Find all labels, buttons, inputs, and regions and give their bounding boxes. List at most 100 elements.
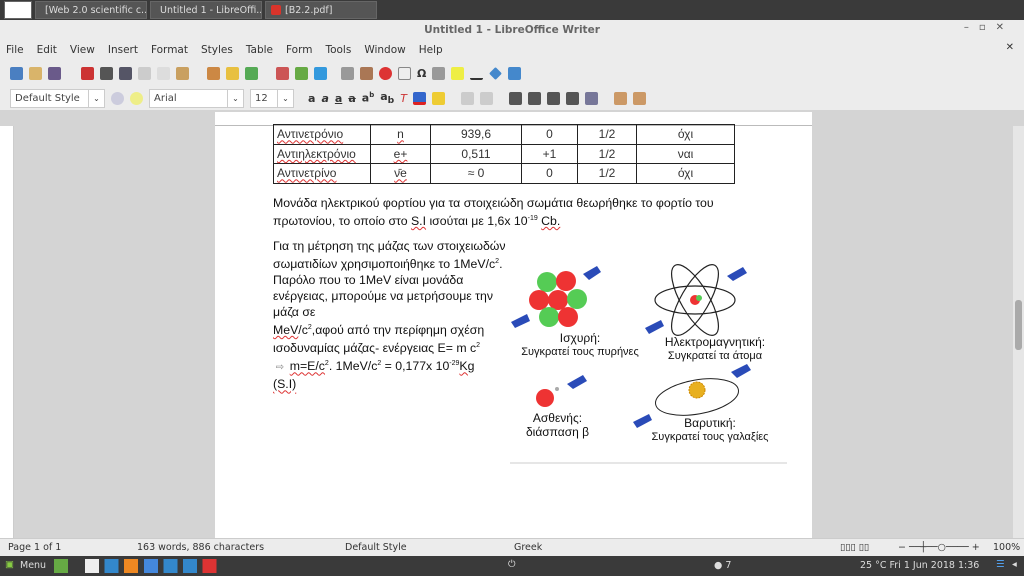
language[interactable]: Greek [514,542,542,553]
window-controls[interactable]: –▫✕ [964,22,1014,33]
underline-icon[interactable]: a [335,92,342,105]
window-tab-writer[interactable]: Untitled 1 - LibreOffi... [150,1,262,19]
window-tab-browser[interactable]: [Web 2.0 scientific c... [35,1,147,19]
superscript-icon[interactable]: ab [362,91,374,105]
table-cell[interactable]: Αντιηλεκτρόνιο [273,143,371,164]
insert-image-icon[interactable] [360,66,373,80]
print-icon[interactable] [100,66,113,80]
line-icon[interactable] [470,66,484,80]
show-desktop-icon[interactable] [54,559,68,573]
keyboard-layout-icon[interactable]: ☰ [996,559,1005,570]
insert-chart-icon[interactable] [379,66,392,80]
clock[interactable]: 25 °C Fri 1 Jun 2018 1:36 [860,560,979,571]
vertical-ruler[interactable] [0,126,14,538]
menu-window[interactable]: Window [364,44,405,56]
menu-icon[interactable]: ▣ [5,559,14,570]
chevron-down-icon[interactable]: ⌄ [88,89,104,107]
hyperlink-icon[interactable] [432,66,446,80]
menu-help[interactable]: Help [419,44,443,56]
new-style-icon[interactable] [130,91,143,105]
export-pdf-icon[interactable] [81,66,94,80]
volume-icon[interactable]: ◂ [1012,559,1017,570]
table-cell[interactable]: όχι [636,124,735,145]
find-replace-icon[interactable] [276,66,289,80]
insert-table-icon[interactable] [341,66,354,80]
menu-view[interactable]: View [70,44,95,56]
table-cell[interactable]: 1/2 [577,163,637,184]
font-color-icon[interactable] [412,91,426,105]
close-document-icon[interactable]: ✕ [1006,42,1014,53]
bullets-icon[interactable] [460,91,474,105]
shapes-icon[interactable] [489,66,503,80]
new-document-icon[interactable] [10,66,23,80]
menu-file[interactable]: File [6,44,24,56]
table-cell[interactable]: Αντινετρίνο [273,163,371,184]
draw-functions-icon[interactable] [508,66,522,80]
scrollbar-thumb[interactable] [1015,300,1022,350]
paragraph-mass-unit[interactable]: Για τη μέτρηση της μάζας των στοιχειωδών… [273,238,513,392]
line-spacing-icon[interactable] [584,91,598,105]
spelling-icon[interactable] [295,66,308,80]
menu-format[interactable]: Format [151,44,188,56]
font-size-select[interactable]: 12 ⌄ [250,88,294,108]
comment-icon[interactable] [451,66,465,80]
page-style[interactable]: Default Style [345,542,407,553]
paragraph-charge-unit[interactable]: Μονάδα ηλεκτρικού φορτίου για τα στοιχει… [273,195,753,229]
highlight-icon[interactable] [431,91,445,105]
zoom-slider[interactable]: − ──┼──○──── + [898,542,980,553]
menu-table[interactable]: Table [246,44,273,56]
paste-icon[interactable] [176,66,189,80]
chevron-down-icon[interactable]: ⌄ [277,89,293,107]
table-cell[interactable]: n [370,124,431,145]
chevron-down-icon[interactable]: ⌄ [227,89,243,107]
special-character-icon[interactable]: Ω [417,67,426,80]
save-icon[interactable] [48,66,61,80]
align-left-icon[interactable] [508,91,522,105]
word-count[interactable]: 163 words, 886 characters [137,542,264,553]
table-cell[interactable]: Αντινετρόνιο [273,124,371,145]
menu-insert[interactable]: Insert [108,44,138,56]
table-cell[interactable]: 1/2 [577,124,637,145]
numbering-icon[interactable] [479,91,493,105]
font-name-select[interactable]: Arial ⌄ [149,88,244,108]
menu-form[interactable]: Form [286,44,312,56]
start-menu-button[interactable]: Menu [20,560,46,571]
redo-icon[interactable] [245,66,258,80]
view-layout-icon[interactable]: ▯▯▯ ▯▯ [840,542,869,553]
undo-icon[interactable] [226,66,239,80]
paragraph-style-select[interactable]: Default Style ⌄ [10,88,105,108]
insert-textbox-icon[interactable] [398,66,411,80]
italic-icon[interactable]: a [321,92,328,105]
table-cell[interactable]: 1/2 [577,143,637,164]
strikethrough-icon[interactable]: a [348,92,355,105]
page-count[interactable]: Page 1 of 1 [8,542,61,553]
table-cell[interactable]: 939,6 [430,124,522,145]
bold-icon[interactable]: a [308,92,315,105]
subscript-icon[interactable]: ab [380,90,394,106]
workspace-button[interactable] [4,1,32,19]
tray-update-icon[interactable]: ● 7 [714,560,731,571]
launcher-icons[interactable] [85,559,225,573]
table-cell[interactable]: +1 [521,143,578,164]
table-cell[interactable]: 0 [521,163,578,184]
align-right-icon[interactable] [546,91,560,105]
table-cell[interactable]: ν̄e [370,163,431,184]
table-cell[interactable]: 0,511 [430,143,522,164]
zoom-level[interactable]: 100% [993,542,1020,553]
cut-icon[interactable] [138,66,151,80]
open-icon[interactable] [29,66,42,80]
table-cell[interactable]: ναι [636,143,735,164]
clear-formatting-icon[interactable]: T [400,92,407,105]
update-style-icon[interactable] [111,91,124,105]
menu-edit[interactable]: Edit [37,44,57,56]
table-cell[interactable]: 0 [521,124,578,145]
clone-formatting-icon[interactable] [207,66,220,80]
power-icon[interactable]: ⏻ [508,559,516,570]
table-cell[interactable]: ≈ 0 [430,163,522,184]
table-cell[interactable]: e+ [370,143,431,164]
decrease-paragraph-spacing-icon[interactable] [632,91,646,105]
window-tab-pdf[interactable]: [B2.2.pdf] [265,1,377,19]
copy-icon[interactable] [157,66,170,80]
table-cell[interactable]: όχι [636,163,735,184]
justify-icon[interactable] [565,91,579,105]
